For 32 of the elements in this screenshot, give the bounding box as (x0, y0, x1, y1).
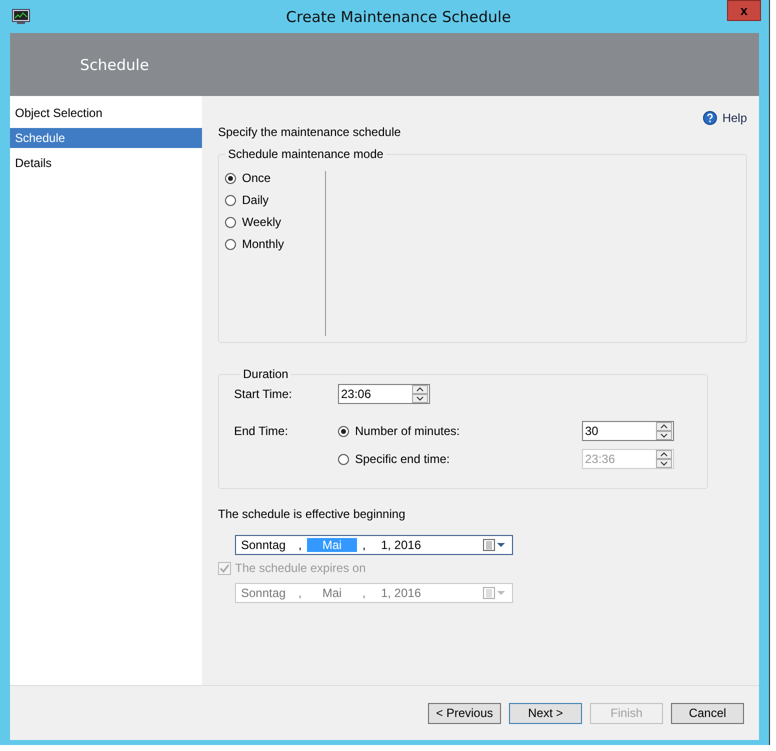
spinner-arrows-icon[interactable] (656, 422, 672, 440)
instruction-text: Specify the maintenance schedule (218, 125, 402, 139)
sidebar-item[interactable]: Details (10, 153, 202, 173)
spinner-arrows-icon[interactable] (412, 385, 428, 403)
calendar-dropdown-icon[interactable] (483, 539, 507, 551)
radio-option[interactable]: Once (225, 171, 325, 185)
radio-option[interactable]: Weekly (225, 215, 325, 229)
field-label: Start Time: (234, 387, 294, 401)
help-link[interactable]: Help (722, 111, 747, 125)
group-legend: Schedule maintenance mode (225, 147, 386, 161)
help-icon[interactable] (703, 111, 718, 125)
group-legend: Duration (240, 367, 292, 381)
sidebar-item[interactable]: Object Selection (10, 103, 202, 123)
sidebar-item[interactable]: Schedule (10, 128, 202, 148)
checkmark-icon (219, 562, 230, 574)
wizard-button[interactable]: Next > (509, 702, 582, 724)
page-title: Schedule (80, 56, 149, 74)
spinner-arrows-icon[interactable] (656, 450, 672, 468)
radio-option[interactable]: Specific end time: (338, 452, 582, 466)
radio-option[interactable]: Daily (225, 193, 325, 207)
section-label: The schedule is effective beginning (218, 507, 406, 521)
monitor-icon (12, 8, 30, 24)
radio-option[interactable]: Monthly (225, 237, 325, 251)
wizard-button[interactable]: Cancel (671, 702, 744, 724)
wizard-button[interactable]: < Previous (428, 702, 501, 724)
date-picker[interactable]: Sonntag , Mai , 1, 2016 (235, 535, 513, 555)
spin-field[interactable]: 23:06 (338, 384, 430, 404)
spin-field[interactable]: 30 (582, 421, 674, 441)
window-title: Create Maintenance Schedule (285, 8, 512, 26)
field-label: End Time: (234, 424, 290, 440)
close-button[interactable]: x (727, 0, 761, 21)
radio-option[interactable]: Number of minutes: (338, 424, 582, 438)
